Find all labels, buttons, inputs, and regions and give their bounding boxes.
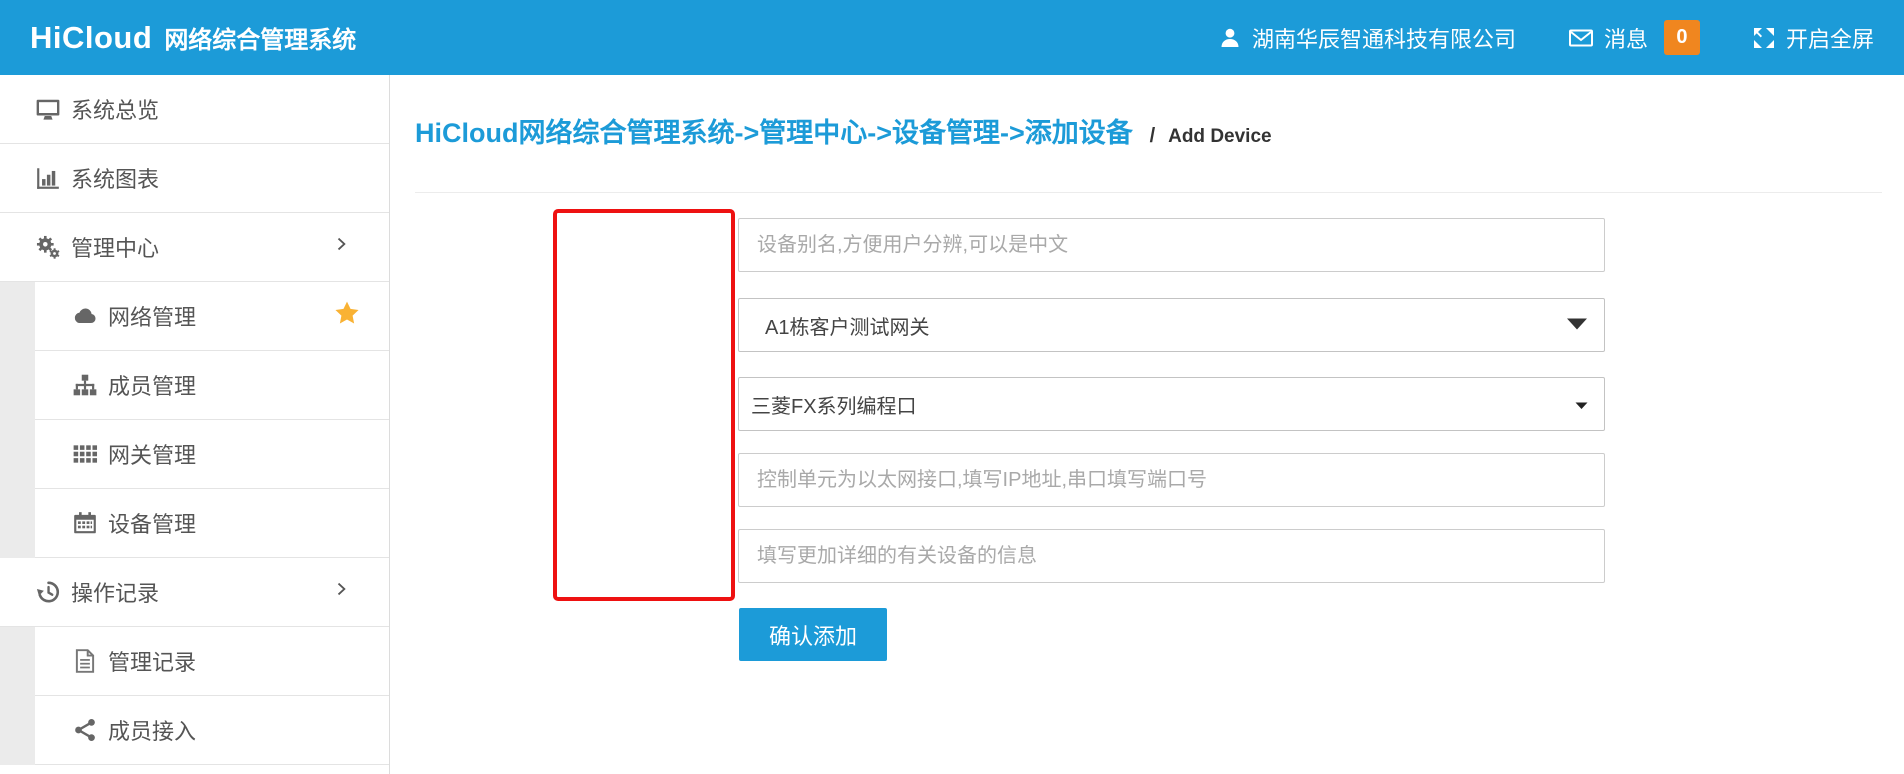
sidebar-item-network-management[interactable]: 网络管理 <box>35 282 389 351</box>
breadcrumb: HiCloud网络综合管理系统->管理中心->设备管理->添加设备 / Add … <box>415 111 1272 150</box>
sidebar-item-gateway-management[interactable]: 网关管理 <box>35 420 389 489</box>
fullscreen-label: 开启全屏 <box>1786 22 1874 54</box>
messages-count-badge: 0 <box>1664 20 1700 55</box>
account-menu[interactable]: 湖南华辰智通科技有限公司 <box>1218 22 1516 54</box>
sidebar-item-label: 管理中心 <box>71 231 159 263</box>
sidebar-item-label: 管理记录 <box>108 645 196 677</box>
sitemap-icon <box>72 372 98 398</box>
sidebar-item-label: 设备管理 <box>108 507 196 539</box>
sidebar-item-label: 系统总览 <box>71 93 159 125</box>
user-icon <box>1218 26 1242 50</box>
sidebar-item-system-overview[interactable]: 系统总览 <box>0 75 389 144</box>
bar-chart-icon <box>35 165 61 191</box>
heading-divider <box>415 192 1882 193</box>
management-center-submenu: 网络管理 成员管理 网关管理 <box>0 282 389 558</box>
messages-label: 消息 <box>1604 22 1648 54</box>
sidebar-item-member-management[interactable]: 成员管理 <box>35 351 389 420</box>
messages-menu[interactable]: 消息 0 <box>1568 20 1700 55</box>
operation-records-submenu: 管理记录 成员接入 <box>0 627 389 765</box>
topbar-right: 湖南华辰智通科技有限公司 消息 0 开启全屏 <box>1218 20 1874 55</box>
remarks-input[interactable] <box>738 529 1605 583</box>
sidebar-item-label: 操作记录 <box>71 576 159 608</box>
breadcrumb-subtitle: Add Device <box>1168 126 1271 147</box>
sidebar-item-label: 成员管理 <box>108 369 196 401</box>
sidebar-item-operation-records[interactable]: 操作记录 <box>0 558 389 627</box>
sidebar-item-label: 成员接入 <box>108 714 196 746</box>
chevron-right-icon <box>331 579 351 605</box>
brand-name: HiCloud <box>30 20 152 56</box>
dropdown-arrow-icon <box>1566 314 1588 337</box>
main-content: HiCloud网络综合管理系统->管理中心->设备管理->添加设备 / Add … <box>390 75 1904 774</box>
fullscreen-icon <box>1752 26 1776 50</box>
sidebar-item-device-management[interactable]: 设备管理 <box>35 489 389 558</box>
brand-suffix: 网络综合管理系统 <box>164 20 356 55</box>
star-icon[interactable] <box>333 299 361 333</box>
gears-icon <box>35 234 61 260</box>
share-icon <box>72 717 98 743</box>
sidebar-item-label: 系统图表 <box>71 162 159 194</box>
sidebar-item-member-access[interactable]: 成员接入 <box>35 696 389 765</box>
calendar-icon <box>72 510 98 536</box>
chevron-right-icon <box>331 234 351 260</box>
control-unit-select[interactable]: 三菱FX系列编程口 <box>738 377 1605 431</box>
interface-params-input[interactable] <box>738 453 1605 507</box>
envelope-icon <box>1568 26 1594 50</box>
confirm-add-button[interactable]: 确认添加 <box>739 608 887 661</box>
topbar: HiCloud 网络综合管理系统 湖南华辰智通科技有限公司 消息 0 开启全屏 <box>0 0 1904 75</box>
sidebar: 系统总览 系统图表 <box>0 75 390 774</box>
desktop-icon <box>35 96 61 122</box>
cloud-icon <box>72 303 98 329</box>
sidebar-item-management-center[interactable]: 管理中心 <box>0 213 389 282</box>
dropdown-arrow-icon <box>1575 393 1588 416</box>
sidebar-item-system-charts[interactable]: 系统图表 <box>0 144 389 213</box>
sidebar-item-label: 网络管理 <box>108 300 196 332</box>
device-id-input[interactable] <box>738 218 1605 272</box>
breadcrumb-path: HiCloud网络综合管理系统->管理中心->设备管理->添加设备 <box>415 118 1133 148</box>
annotation-rectangle <box>553 209 735 601</box>
grid-icon <box>72 441 98 467</box>
company-name: 湖南华辰智通科技有限公司 <box>1252 22 1516 54</box>
app-logo[interactable]: HiCloud 网络综合管理系统 <box>30 20 356 56</box>
upper-gateway-select[interactable]: A1栋客户测试网关 <box>738 298 1605 352</box>
history-icon <box>35 579 61 605</box>
sidebar-item-label: 网关管理 <box>108 438 196 470</box>
file-text-icon <box>72 648 98 674</box>
fullscreen-toggle[interactable]: 开启全屏 <box>1752 22 1874 54</box>
sidebar-item-management-records[interactable]: 管理记录 <box>35 627 389 696</box>
upper-gateway-selected-value: A1栋客户测试网关 <box>765 311 929 340</box>
breadcrumb-separator: / <box>1150 125 1156 147</box>
control-unit-selected-value: 三菱FX系列编程口 <box>751 390 917 419</box>
